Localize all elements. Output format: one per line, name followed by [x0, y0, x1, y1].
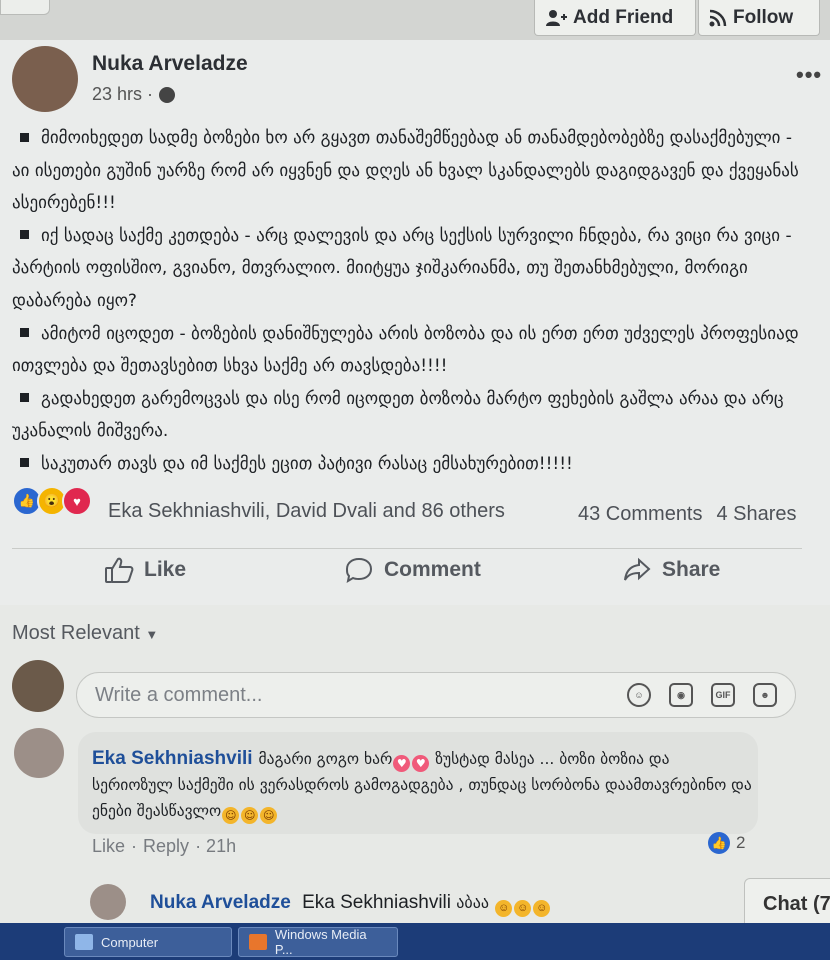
computer-icon — [75, 934, 93, 950]
post-paragraph: საკუთარ თავს და იმ საქმეს ეცით პატივი რა… — [12, 448, 812, 481]
laughing-emoji-icon: ☺ — [241, 807, 259, 824]
post-paragraph: იქ სადაც საქმე კეთდება - არც დალევის და … — [12, 225, 792, 311]
taskbar-windows-media-player[interactable]: Windows Media P... — [238, 927, 398, 957]
comments-count[interactable]: 43 Comments — [578, 503, 703, 526]
camera-icon[interactable]: ◉ — [669, 683, 693, 707]
like-button[interactable]: Like — [104, 556, 186, 584]
like-badge-icon: 👍 — [708, 832, 730, 854]
post-paragraph: ამიტომ იცოდეთ - ბოზების დანიშნულება არის… — [12, 323, 799, 377]
add-friend-icon — [546, 9, 567, 26]
post-body: მიმოიხედეთ სადმე ბოზები ხო არ გყავთ თანა… — [12, 122, 812, 481]
comment-button[interactable]: Comment — [344, 556, 481, 584]
current-user-avatar[interactable] — [12, 660, 64, 712]
globe-icon — [159, 86, 176, 103]
shares-count[interactable]: 4 Shares — [717, 503, 797, 526]
sticker-icon[interactable]: ☻ — [753, 683, 777, 707]
comment-like-link[interactable]: Like — [92, 836, 125, 857]
comment-placeholder: Write a comment... — [95, 683, 263, 706]
love-reaction-icon: ♥ — [62, 486, 92, 516]
comment-text: Eka Sekhniashvili მაგარი გოგო ხარ ♥ ♥ ზუსტა… — [92, 748, 752, 824]
add-friend-button[interactable]: Add Friend — [534, 0, 696, 36]
comment-input[interactable]: Write a comment... ☺ ◉ GIF ☻ — [76, 672, 796, 718]
bullet-icon — [20, 458, 29, 468]
share-button[interactable]: Share — [622, 556, 720, 584]
reply-author-avatar[interactable] — [90, 884, 126, 920]
caret-down-icon: ▼ — [145, 627, 159, 642]
heart-eyes-emoji-icon: ♥ — [393, 755, 411, 772]
laughing-emoji-icon: ☺ — [495, 900, 513, 917]
laughing-emoji-icon: ☺ — [260, 807, 278, 824]
comment-label: Comment — [384, 558, 481, 581]
gif-icon[interactable]: GIF — [711, 683, 735, 707]
poster-avatar[interactable] — [12, 46, 78, 112]
bullet-icon — [20, 393, 29, 403]
reply-text: აბაა — [456, 893, 489, 912]
post-paragraph: გადახედეთ გარემოცვას და ისე რომ იცოდეთ ბ… — [12, 388, 784, 442]
laughing-emoji-icon: ☺ — [514, 900, 532, 917]
top-left-tab[interactable] — [0, 0, 50, 15]
divider — [12, 548, 802, 549]
post-paragraph: მიმოიხედეთ სადმე ბოზები ხო არ გყავთ თანა… — [12, 128, 799, 214]
comment-meta: Like · Reply · 21h — [92, 836, 237, 857]
post-time: 23 hrs · — [92, 84, 176, 105]
commenter-avatar[interactable] — [14, 728, 64, 778]
chat-tab[interactable]: Chat (7 — [744, 878, 830, 928]
thumbs-up-icon — [105, 557, 134, 583]
reaction-names[interactable]: Eka Sekhniashvili, David Dvali and 86 ot… — [108, 500, 505, 523]
like-label: Like — [144, 558, 187, 581]
rss-icon — [709, 9, 727, 26]
post-counts: 43 Comments 4 Shares — [578, 503, 797, 526]
follow-label: Follow — [733, 6, 794, 28]
share-icon — [624, 557, 651, 581]
comment-age[interactable]: · 21h — [195, 836, 236, 857]
input-icon-group: ☺ ◉ GIF ☻ — [627, 683, 777, 707]
laughing-emoji-icon: ☺ — [222, 807, 240, 824]
bullet-icon — [20, 328, 29, 338]
comment-like-count[interactable]: 👍 2 — [708, 832, 745, 854]
emoji-icon[interactable]: ☺ — [627, 683, 651, 707]
comment-icon — [345, 557, 373, 584]
bullet-icon — [20, 230, 29, 240]
sort-label: Most Relevant — [12, 622, 140, 644]
reply-mention[interactable]: Eka Sekhniashvili — [302, 892, 451, 913]
sort-dropdown[interactable]: Most Relevant ▼ — [12, 622, 158, 645]
media-player-icon — [249, 934, 267, 950]
reaction-icons[interactable]: 👍 😮 ♥ — [12, 486, 92, 516]
comment-reply-link[interactable]: Reply — [143, 836, 189, 857]
post-time-label[interactable]: 23 hrs · — [92, 84, 153, 105]
follow-button[interactable]: Follow — [698, 0, 820, 36]
add-friend-label: Add Friend — [573, 6, 674, 28]
heart-eyes-emoji-icon: ♥ — [412, 755, 430, 772]
bullet-icon — [20, 132, 29, 142]
poster-name[interactable]: Nuka Arveladze — [92, 52, 248, 76]
share-label: Share — [662, 558, 721, 581]
comment-author[interactable]: Eka Sekhniashvili — [92, 748, 253, 769]
laughing-emoji-icon: ☺ — [533, 900, 551, 917]
reply-author[interactable]: Nuka Arveladze — [150, 892, 291, 913]
more-options-icon[interactable]: ••• — [796, 62, 822, 88]
taskbar-computer[interactable]: Computer — [64, 927, 232, 957]
reply-comment: Nuka Arveladze Eka Sekhniashvili აბაა ☺ ☺… — [150, 892, 551, 917]
